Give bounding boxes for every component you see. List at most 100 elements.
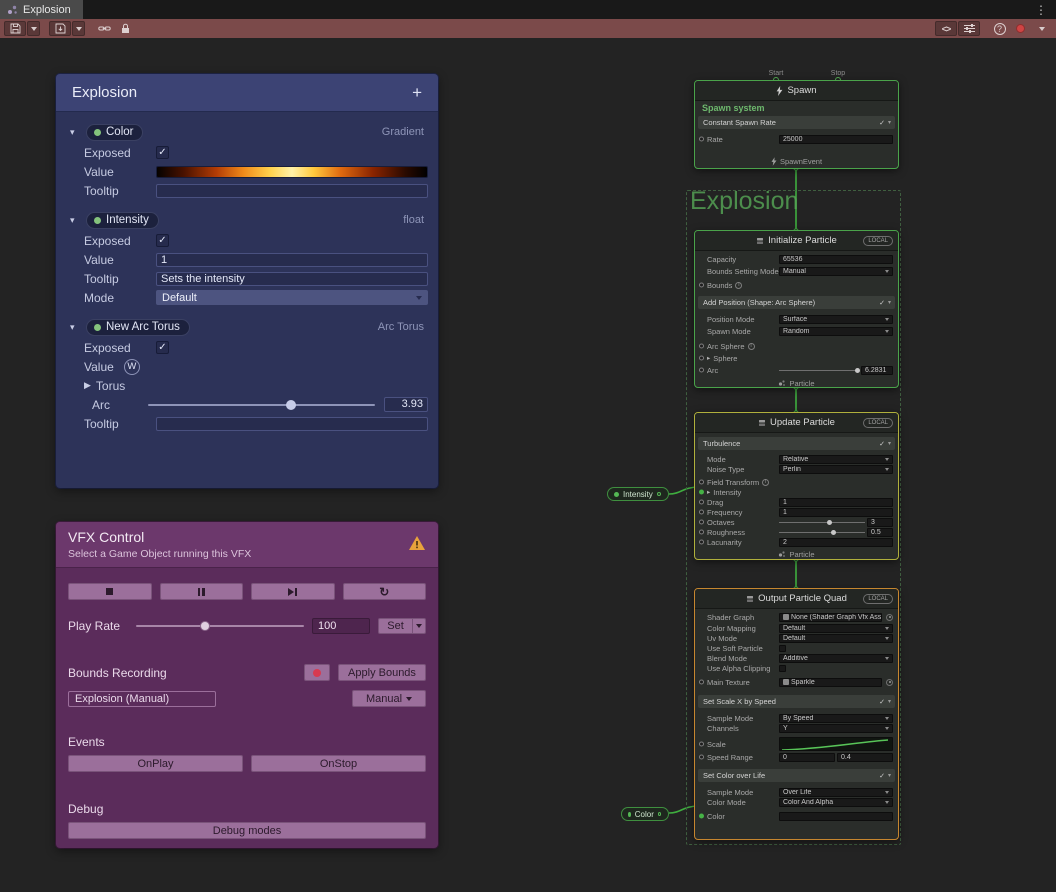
foldout-arrow-icon[interactable]: ▸ bbox=[707, 354, 710, 362]
input-port[interactable] bbox=[699, 755, 704, 760]
input-port[interactable] bbox=[699, 742, 704, 747]
update-node[interactable]: Update Particle LOCAL Turbulence ✓ ▾ Mod… bbox=[694, 412, 899, 560]
color-gradient-swatch[interactable] bbox=[156, 166, 428, 178]
input-port[interactable] bbox=[699, 344, 704, 349]
output-node-title[interactable]: Output Particle Quad LOCAL bbox=[695, 589, 898, 609]
property-pill-intensity[interactable]: Intensity bbox=[86, 212, 159, 229]
property-pill-arc-torus[interactable]: New Arc Torus bbox=[86, 319, 190, 336]
update-node-title[interactable]: Update Particle LOCAL bbox=[695, 413, 898, 433]
restart-button[interactable]: ↻ bbox=[343, 583, 427, 600]
link-toggle[interactable] bbox=[96, 21, 113, 36]
world-space-badge[interactable]: W bbox=[124, 359, 140, 375]
initialize-node-title[interactable]: Initialize Particle LOCAL bbox=[695, 231, 898, 251]
collapse-icon[interactable]: ▾ bbox=[888, 698, 891, 705]
bounds-mode-dropdown[interactable]: Manual bbox=[779, 267, 893, 276]
input-port[interactable] bbox=[699, 283, 704, 288]
play-rate-slider[interactable] bbox=[136, 625, 304, 627]
foldout-arrow-icon[interactable]: ▶ bbox=[84, 380, 91, 391]
play-rate-input[interactable]: 100 bbox=[312, 618, 370, 634]
exposed-checkbox[interactable]: ✓ bbox=[156, 341, 169, 354]
record-bounds-button[interactable] bbox=[304, 664, 330, 681]
foldout-arrow-icon[interactable]: ▸ bbox=[707, 488, 710, 496]
intensity-parameter-node[interactable]: Intensity bbox=[607, 487, 669, 501]
scale-curve-field[interactable] bbox=[779, 737, 893, 751]
sample-mode-dropdown[interactable]: By Speed bbox=[779, 714, 893, 723]
lacunarity-field[interactable]: 2 bbox=[779, 538, 893, 547]
exposed-checkbox[interactable]: ✓ bbox=[156, 146, 169, 159]
slider-handle[interactable] bbox=[831, 530, 836, 535]
alpha-clipping-checkbox[interactable] bbox=[779, 665, 786, 672]
compile-status-button[interactable] bbox=[1012, 21, 1029, 36]
slider-handle[interactable] bbox=[200, 621, 210, 631]
octaves-slider[interactable] bbox=[779, 522, 865, 523]
color-mapping-dropdown[interactable]: Default bbox=[779, 624, 893, 633]
input-port[interactable] bbox=[699, 368, 704, 373]
spawn-node[interactable]: Spawn Spawn system Constant Spawn Rate ✓… bbox=[694, 80, 899, 169]
mode-dropdown[interactable]: Default bbox=[156, 290, 428, 305]
input-port[interactable] bbox=[699, 480, 704, 485]
color-parameter-node[interactable]: Color bbox=[621, 807, 669, 821]
save-as-button[interactable] bbox=[49, 21, 71, 36]
shader-graph-object-field[interactable]: None (Shader Graph Vfx Asset) bbox=[779, 613, 882, 622]
roughness-slider[interactable] bbox=[779, 532, 865, 533]
property-pill-color[interactable]: Color bbox=[86, 124, 143, 141]
sample-mode-dropdown[interactable]: Over Life bbox=[779, 788, 893, 797]
arc-value-input[interactable]: 3.93 bbox=[384, 397, 428, 412]
tooltip-input[interactable] bbox=[156, 417, 428, 431]
system-title[interactable]: Explosion bbox=[690, 187, 798, 216]
arc-slider[interactable] bbox=[148, 404, 375, 406]
drag-field[interactable]: 1 bbox=[779, 498, 893, 507]
object-picker-icon[interactable] bbox=[886, 614, 893, 621]
frequency-field[interactable]: 1 bbox=[779, 508, 893, 517]
initialize-node[interactable]: Initialize Particle LOCAL Capacity 65536… bbox=[694, 230, 899, 388]
block-add-position[interactable]: Add Position (Shape: Arc Sphere) ✓ ▾ bbox=[698, 296, 895, 309]
output-port[interactable] bbox=[657, 492, 661, 496]
object-picker-icon[interactable] bbox=[886, 679, 893, 686]
arc-slider[interactable] bbox=[779, 370, 859, 371]
speed-range-max-field[interactable]: 0.4 bbox=[837, 753, 893, 762]
chevron-down-icon[interactable]: ▾ bbox=[70, 127, 86, 138]
apply-bounds-button[interactable]: Apply Bounds bbox=[338, 664, 426, 681]
input-port[interactable] bbox=[699, 540, 704, 545]
input-port[interactable] bbox=[699, 510, 704, 515]
collapse-icon[interactable]: ▾ bbox=[888, 440, 891, 447]
set-play-rate-button[interactable]: Set bbox=[378, 618, 426, 634]
input-port-connected[interactable] bbox=[699, 814, 704, 819]
slider-handle[interactable] bbox=[827, 520, 832, 525]
bounds-target-field[interactable]: Explosion (Manual) bbox=[68, 691, 216, 707]
help-button[interactable]: ? bbox=[991, 21, 1008, 36]
input-port[interactable] bbox=[699, 500, 704, 505]
block-constant-spawn-rate[interactable]: Constant Spawn Rate ✓ ▾ bbox=[698, 116, 895, 129]
block-set-scale-by-speed[interactable]: Set Scale X by Speed ✓ ▾ bbox=[698, 695, 895, 708]
add-property-button[interactable]: + bbox=[412, 83, 422, 103]
input-port[interactable] bbox=[699, 530, 704, 535]
position-mode-dropdown[interactable]: Surface bbox=[779, 315, 893, 324]
soft-particle-checkbox[interactable] bbox=[779, 645, 786, 652]
block-turbulence[interactable]: Turbulence ✓ ▾ bbox=[698, 437, 895, 450]
octaves-field[interactable]: 3 bbox=[867, 518, 893, 527]
collapse-icon[interactable]: ▾ bbox=[888, 119, 891, 126]
collapse-icon[interactable]: ▾ bbox=[888, 299, 891, 306]
input-port[interactable] bbox=[699, 520, 704, 525]
compile-dropdown-button[interactable] bbox=[1033, 21, 1050, 36]
main-texture-object-field[interactable]: Sparkle bbox=[779, 678, 882, 687]
speed-range-min-field[interactable]: 0 bbox=[779, 753, 835, 762]
arc-field[interactable]: 6.2831 bbox=[861, 366, 893, 375]
tooltip-input[interactable] bbox=[156, 184, 428, 198]
block-enabled-checkbox[interactable]: ✓ bbox=[879, 440, 885, 448]
onstop-button[interactable]: OnStop bbox=[251, 755, 426, 772]
debug-modes-button[interactable]: Debug modes bbox=[68, 822, 426, 839]
initialize-particle-output[interactable]: Particle bbox=[695, 376, 898, 390]
tooltip-input[interactable]: Sets the intensity bbox=[156, 272, 428, 286]
block-enabled-checkbox[interactable]: ✓ bbox=[879, 698, 885, 706]
mode-dropdown[interactable]: Relative bbox=[779, 455, 893, 464]
input-port[interactable] bbox=[699, 680, 704, 685]
color-gradient-field[interactable] bbox=[779, 812, 893, 821]
save-dropdown-button[interactable] bbox=[27, 21, 40, 36]
slider-handle[interactable] bbox=[855, 368, 860, 373]
lock-toggle[interactable] bbox=[117, 21, 134, 36]
settings-button[interactable] bbox=[958, 21, 980, 36]
tab-explosion[interactable]: Explosion bbox=[0, 0, 83, 19]
input-port-connected[interactable] bbox=[699, 490, 704, 495]
exposed-checkbox[interactable]: ✓ bbox=[156, 234, 169, 247]
